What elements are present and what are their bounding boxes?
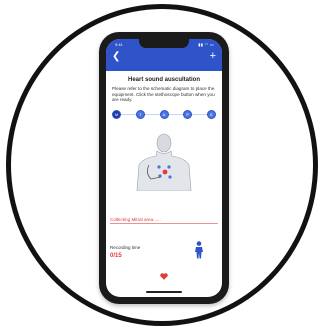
status-time: 9:41 bbox=[115, 42, 123, 47]
back-button[interactable]: ❮ bbox=[112, 52, 120, 62]
step-5[interactable]: E bbox=[207, 109, 216, 119]
status-icons: ▮▮ ◠ ▭ bbox=[198, 42, 214, 47]
step-3[interactable]: A bbox=[159, 109, 169, 119]
heart-icon[interactable] bbox=[160, 273, 168, 280]
instruction-text: Please refer to the schematic diagram to… bbox=[112, 86, 215, 103]
phone-mockup: 9:41 ▮▮ ◠ ▭ ❮ + Heart sound auscultation… bbox=[99, 32, 229, 304]
person-icon[interactable] bbox=[194, 241, 204, 259]
torso-diagram bbox=[136, 133, 192, 191]
status-divider bbox=[110, 223, 218, 224]
collecting-status: Collecting Mitral area...... bbox=[110, 217, 161, 222]
phone-notch bbox=[139, 39, 189, 48]
page-title: Heart sound auscultation bbox=[127, 77, 200, 83]
recording-time-value: 0/15 bbox=[110, 253, 122, 259]
torso-silhouette bbox=[136, 133, 192, 191]
phone-screen: 9:41 ▮▮ ◠ ▭ ❮ + Heart sound auscultation… bbox=[106, 39, 222, 297]
recording-time-label: Recording time bbox=[110, 245, 141, 250]
home-indicator bbox=[146, 291, 182, 293]
add-button[interactable]: + bbox=[210, 51, 216, 62]
step-indicator: M T A P E bbox=[112, 109, 216, 119]
step-2[interactable]: T bbox=[135, 109, 145, 119]
step-4[interactable]: P bbox=[183, 109, 193, 119]
step-1[interactable]: M bbox=[112, 109, 121, 119]
